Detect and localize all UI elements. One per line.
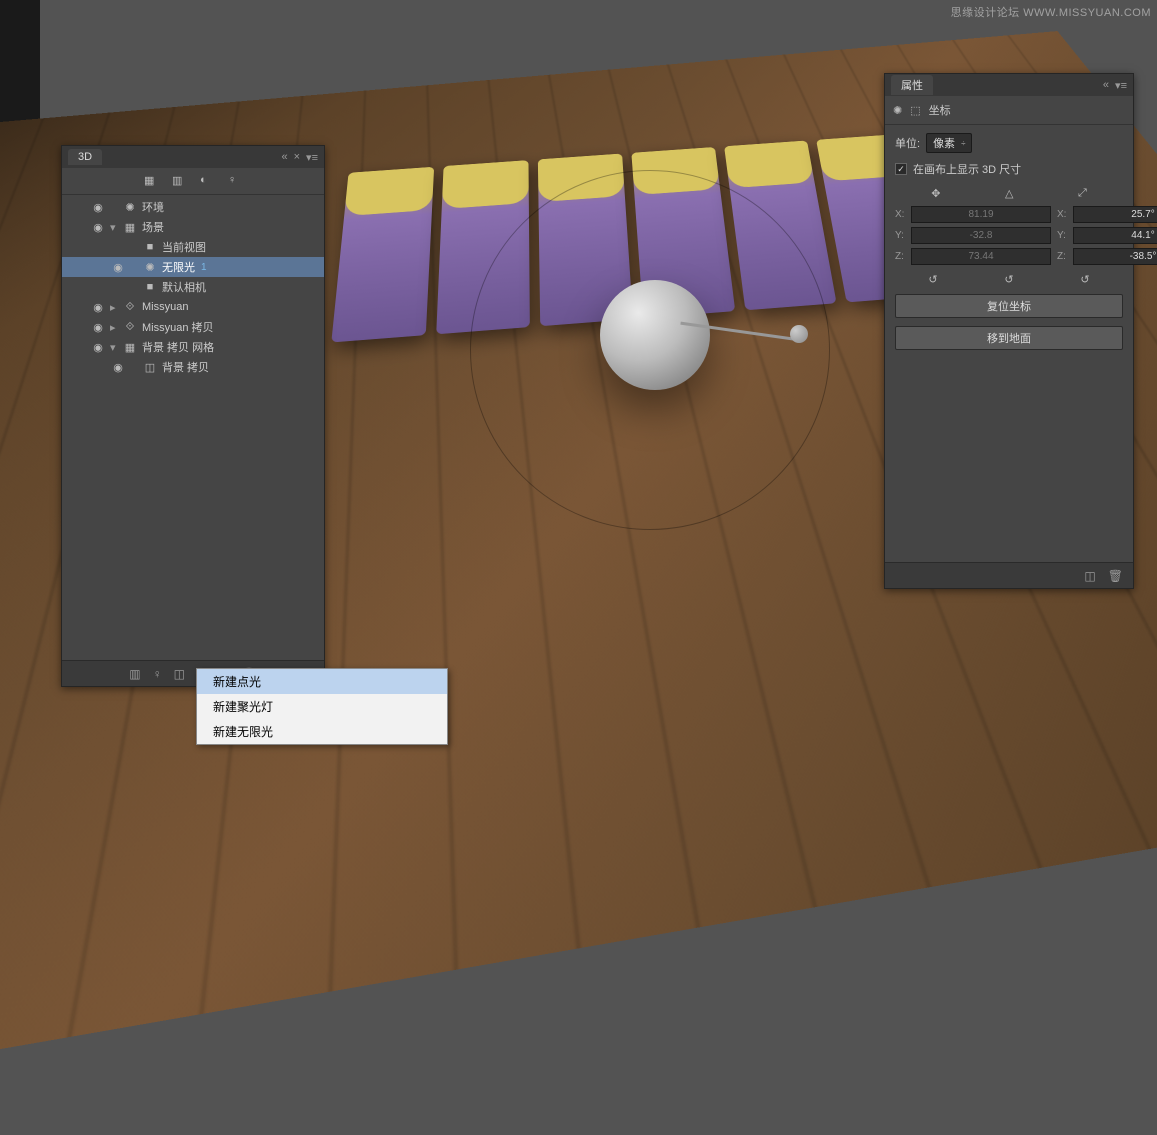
panel-collapse-icon[interactable]: «	[281, 151, 287, 164]
unit-dropdown[interactable]: 像素	[926, 133, 972, 153]
tree-row[interactable]: ◉▾▦ 背景 拷贝 网格	[62, 337, 324, 357]
filter-material-icon[interactable]: ◐	[200, 174, 214, 188]
visibility-toggle-icon[interactable]: ◉	[106, 361, 130, 374]
tree-row[interactable]: ◉▾▦ 场景	[62, 217, 324, 237]
visibility-toggle-icon[interactable]: ◉	[86, 201, 110, 214]
props-light-icon[interactable]: ✺	[893, 104, 902, 117]
tree-item-label: 背景 拷贝 网格	[142, 339, 214, 355]
tree-item-suffix: 1	[201, 262, 207, 273]
move-to-ground-button[interactable]: 移到地面	[895, 326, 1123, 350]
show-3d-size-row[interactable]: ✓ 在画布上显示 3D 尺寸	[895, 161, 1123, 177]
scale-mode-icon[interactable]: ⤢	[1078, 187, 1087, 200]
panel-menu-icon[interactable]: ▾≡	[306, 151, 318, 164]
reset-coords-button[interactable]: 复位坐标	[895, 294, 1123, 318]
new-camera-icon[interactable]: ◫	[174, 667, 185, 681]
visibility-toggle-icon[interactable]: ◉	[106, 261, 130, 274]
render-icon[interactable]: ▥	[129, 667, 140, 681]
item-type-icon: ✺	[122, 201, 138, 214]
scene-tree[interactable]: ◉✺环境◉▾▦场景■当前视图◉✺无限光1■默认相机◉▸⟐Missyuan◉▸⟐M…	[62, 195, 324, 649]
tree-row[interactable]: ◉▸⟐ Missyuan	[62, 297, 324, 317]
rot-x[interactable]	[1073, 206, 1157, 223]
move-mode-icon[interactable]: ✥	[931, 187, 940, 200]
show-3d-size-label: 在画布上显示 3D 尺寸	[913, 161, 1021, 177]
tab-3d[interactable]: 3D	[68, 149, 102, 165]
tree-row[interactable]: ◉▸⟐ Missyuan 拷贝	[62, 317, 324, 337]
tree-item-label: 当前视图	[162, 239, 206, 255]
pos-x[interactable]	[911, 206, 1051, 223]
item-type-icon: ⟐	[122, 301, 138, 314]
menu-item[interactable]: 新建无限光	[197, 719, 447, 744]
visibility-toggle-icon[interactable]: ◉	[86, 221, 110, 234]
new-light-menu[interactable]: 新建点光新建聚光灯新建无限光	[196, 668, 448, 745]
reset-icons-row: ↺ ↺ ↺	[895, 273, 1123, 286]
filter-mesh-icon[interactable]: ▥	[172, 174, 186, 188]
show-3d-size-checkbox[interactable]: ✓	[895, 163, 907, 175]
item-type-icon: ■	[142, 241, 158, 253]
coord-grid: X: X: X: Y: Y: Y: Z: Z: Z:	[895, 206, 1123, 265]
tree-row[interactable]: ◉ ✺ 无限光 1	[62, 257, 324, 277]
item-type-icon: ✺	[142, 261, 158, 274]
props-mode-row: ✺ ⬚ 坐标	[885, 96, 1133, 125]
visibility-toggle-icon[interactable]: ◉	[86, 301, 110, 314]
item-type-icon: ▦	[122, 221, 138, 234]
filter-scene-icon[interactable]: ▦	[144, 174, 158, 188]
tree-row[interactable]: ■ 当前视图	[62, 237, 324, 257]
new-light-icon[interactable]: ♀	[153, 667, 162, 681]
panel-collapse-icon[interactable]: «	[1103, 79, 1109, 92]
light-gizmo-sphere[interactable]	[600, 280, 710, 390]
item-type-icon: ◫	[142, 361, 158, 374]
panel-menu-icon[interactable]: ▾≡	[1115, 79, 1127, 92]
unit-label: 单位:	[895, 135, 920, 151]
rot-y[interactable]	[1073, 227, 1157, 244]
tree-row[interactable]: ◉ ✺ 环境	[62, 197, 324, 217]
twist-icon[interactable]: ▾	[110, 341, 122, 354]
reset-rot-icon[interactable]: ↺	[1004, 273, 1013, 286]
panel-props-tabs: 属性 « ▾≡	[885, 74, 1133, 96]
reset-scale-icon[interactable]: ↺	[1080, 273, 1089, 286]
panel-props-footer: ◫ 🗑	[885, 562, 1133, 588]
rot-z[interactable]	[1073, 248, 1157, 265]
tree-item-label: Missyuan	[142, 301, 188, 313]
panel-3d-filters: ▦ ▥ ◐ ♀	[62, 168, 324, 195]
tree-row[interactable]: ■ 默认相机	[62, 277, 324, 297]
tree-item-label: 无限光	[162, 259, 195, 275]
panel-close-icon[interactable]: ×	[294, 151, 300, 164]
render-settings-icon[interactable]: ◫	[1084, 569, 1095, 583]
twist-icon[interactable]: ▸	[110, 301, 122, 314]
pos-y[interactable]	[911, 227, 1051, 244]
filter-light-icon[interactable]: ♀	[228, 174, 242, 188]
rotate-mode-icon[interactable]: △	[1005, 187, 1013, 200]
menu-item[interactable]: 新建聚光灯	[197, 694, 447, 719]
coord-mode-icons: ✥ △ ⤢	[895, 187, 1123, 200]
item-type-icon: ■	[142, 281, 158, 293]
props-subtitle: 坐标	[929, 102, 951, 118]
twist-icon[interactable]: ▾	[110, 221, 122, 234]
tree-row[interactable]: ◉ ◫ 背景 拷贝	[62, 357, 324, 377]
tree-item-label: 默认相机	[162, 279, 206, 295]
unit-row: 单位: 像素	[895, 133, 1123, 153]
visibility-toggle-icon[interactable]: ◉	[86, 321, 110, 334]
panel-3d[interactable]: 3D « × ▾≡ ▦ ▥ ◐ ♀ ◉✺环境◉▾▦场景■当前视图◉✺无限光1■默…	[61, 145, 325, 687]
trash-icon[interactable]: 🗑	[1108, 569, 1123, 583]
watermark: 思缘设计论坛 WWW.MISSYUAN.COM	[951, 4, 1151, 20]
menu-item[interactable]: 新建点光	[197, 669, 447, 694]
tab-properties[interactable]: 属性	[891, 75, 933, 95]
item-type-icon: ⟐	[122, 321, 138, 334]
props-coords-icon[interactable]: ⬚	[910, 104, 920, 117]
tree-item-label: 场景	[142, 219, 164, 235]
visibility-toggle-icon[interactable]: ◉	[86, 341, 110, 354]
tree-item-label: 背景 拷贝	[162, 359, 209, 375]
pos-z[interactable]	[911, 248, 1051, 265]
reset-pos-icon[interactable]: ↺	[928, 273, 937, 286]
tree-item-label: Missyuan 拷贝	[142, 319, 214, 335]
panel-properties[interactable]: 属性 « ▾≡ ✺ ⬚ 坐标 单位: 像素 ✓ 在画布上显示 3D 尺寸 ✥ △…	[884, 73, 1134, 589]
twist-icon[interactable]: ▸	[110, 321, 122, 334]
panel-3d-tabs: 3D « × ▾≡	[62, 146, 324, 168]
light-gizmo-handle-end[interactable]	[790, 325, 808, 343]
item-type-icon: ▦	[122, 341, 138, 354]
tree-item-label: 环境	[142, 199, 164, 215]
